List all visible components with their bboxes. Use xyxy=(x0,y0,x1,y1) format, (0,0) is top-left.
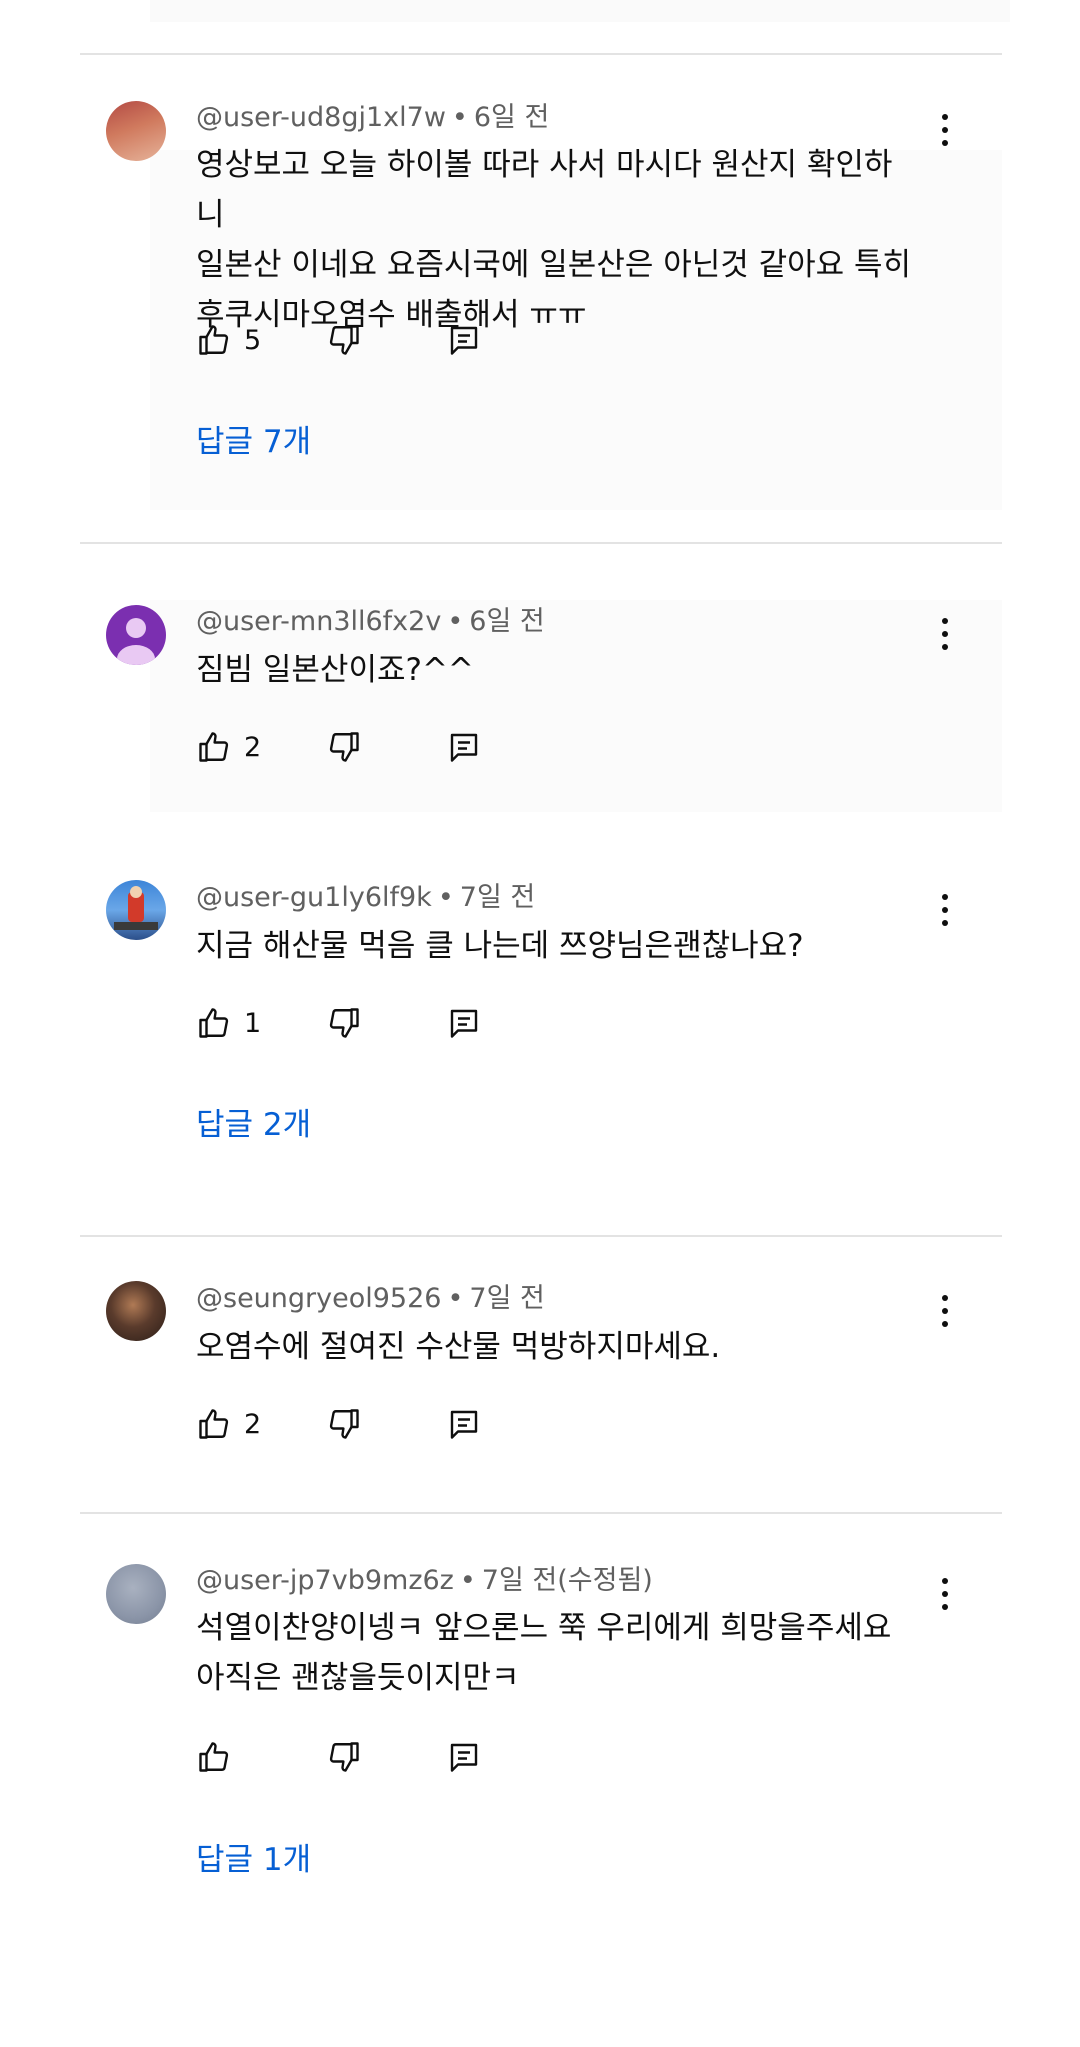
previous-comment-tail xyxy=(150,0,1010,22)
avatar[interactable] xyxy=(106,880,166,940)
comment-time: 6일 전 xyxy=(473,102,550,133)
reply-comment-icon xyxy=(450,1743,478,1772)
dislike-button[interactable] xyxy=(326,1404,362,1444)
thumbs-up-icon xyxy=(199,1742,229,1772)
more-vert-icon[interactable] xyxy=(930,110,960,150)
comment-actions: 2 xyxy=(196,727,496,767)
reply-button[interactable] xyxy=(446,1404,482,1444)
comment-meta: @user-gu1ly6lf9k • 7일 전 xyxy=(196,880,535,916)
comment-text: 오염수에 절여진 수산물 먹방하지마세요. xyxy=(196,1322,916,1372)
author-name[interactable]: @user-ud8gj1xl7w xyxy=(196,102,446,133)
comment-meta: @seungryeol9526 • 7일 전 xyxy=(196,1281,545,1317)
like-button[interactable]: 5 xyxy=(196,320,261,360)
author-name[interactable]: @user-gu1ly6lf9k xyxy=(196,882,432,913)
comment-line: 석열이찬양이넹ㅋ 앞으론느 쭉 우리에게 희망을주세요 xyxy=(196,1610,892,1646)
comment-line: 오염수에 절여진 수산물 먹방하지마세요. xyxy=(196,1329,721,1365)
thumbs-up-icon xyxy=(199,1008,229,1038)
more-vert-icon[interactable] xyxy=(930,614,960,654)
comment-actions: 1 xyxy=(196,1003,496,1043)
reply-button[interactable] xyxy=(446,320,482,360)
like-count: 5 xyxy=(244,324,262,356)
meta-separator: • xyxy=(437,882,454,913)
meta-separator: • xyxy=(459,1565,476,1596)
divider xyxy=(80,1512,1002,1514)
thumbs-down-icon xyxy=(329,325,359,355)
avatar[interactable] xyxy=(106,1564,166,1624)
thumbs-up-icon xyxy=(199,732,229,762)
author-name[interactable]: @user-jp7vb9mz6z xyxy=(196,1565,454,1596)
avatar-image xyxy=(114,886,158,930)
thumbs-down-icon xyxy=(329,732,359,762)
thumbs-down-icon xyxy=(329,1008,359,1038)
comment-text: 영상보고 오늘 하이볼 따라 사서 마시다 원산지 확인하니 일본산 이네요 요… xyxy=(196,140,916,340)
author-name[interactable]: @seungryeol9526 xyxy=(196,1283,441,1314)
more-vert-icon[interactable] xyxy=(930,890,960,930)
meta-separator: • xyxy=(451,102,468,133)
reply-comment-icon xyxy=(450,1410,478,1439)
comment-time: 6일 전 xyxy=(469,606,545,637)
reply-comment-icon xyxy=(450,326,478,355)
reply-comment-icon xyxy=(450,1009,478,1038)
like-button[interactable]: 2 xyxy=(196,727,261,767)
meta-separator: • xyxy=(447,1283,464,1314)
like-count: 2 xyxy=(244,1408,262,1440)
thumbs-down-icon xyxy=(329,1742,359,1772)
comments-page: @user-ud8gj1xl7w • 6일 전 영상보고 오늘 하이볼 따라 사서 … xyxy=(0,0,1080,2047)
like-count: 1 xyxy=(244,1007,262,1039)
reply-comment-icon xyxy=(450,733,478,762)
author-name[interactable]: @user-mn3ll6fx2v xyxy=(196,606,441,637)
like-button[interactable]: 2 xyxy=(196,1404,261,1444)
avatar[interactable] xyxy=(106,605,166,665)
dislike-button[interactable] xyxy=(326,1737,362,1777)
default-avatar-icon xyxy=(117,618,155,665)
comment-text: 석열이찬양이넹ㅋ 앞으론느 쭉 우리에게 희망을주세요 아직은 괜찮을듯이지만ㅋ xyxy=(196,1603,916,1703)
comment-line: 지금 해산물 먹음 클 나는데 쯔양님은괜찮나요? xyxy=(196,928,804,964)
comment-line: 짐빔 일본산이죠?^^ xyxy=(196,652,474,688)
comment-actions: 2 xyxy=(196,1404,496,1444)
like-button[interactable]: 1 xyxy=(196,1003,261,1043)
comment-time: 7일 전 xyxy=(459,882,536,913)
dislike-button[interactable] xyxy=(326,727,362,767)
meta-separator: • xyxy=(447,606,464,637)
divider xyxy=(80,1235,1002,1237)
divider xyxy=(80,542,1002,544)
thumbs-down-icon xyxy=(329,1409,359,1439)
comment-time: 7일 전 xyxy=(469,1283,545,1314)
comment-meta: @user-ud8gj1xl7w • 6일 전 xyxy=(196,100,549,136)
more-vert-icon[interactable] xyxy=(930,1291,960,1331)
dislike-button[interactable] xyxy=(326,1003,362,1043)
replies-link[interactable]: 답글 7개 xyxy=(196,422,311,462)
reply-button[interactable] xyxy=(446,1737,482,1777)
comment-text: 짐빔 일본산이죠?^^ xyxy=(196,645,916,695)
comment-line: 일본산 이네요 요즘시국에 일본산은 아닌것 같아요 특히 xyxy=(196,247,912,283)
comment-text: 지금 해산물 먹음 클 나는데 쯔양님은괜찮나요? xyxy=(196,921,916,971)
dislike-button[interactable] xyxy=(326,320,362,360)
avatar[interactable] xyxy=(106,1281,166,1341)
avatar[interactable] xyxy=(106,101,166,161)
more-vert-icon[interactable] xyxy=(930,1574,960,1614)
comment-meta: @user-jp7vb9mz6z • 7일 전(수정됨) xyxy=(196,1563,653,1599)
reply-button[interactable] xyxy=(446,727,482,767)
reply-button[interactable] xyxy=(446,1003,482,1043)
comment-actions: 5 xyxy=(196,320,496,360)
comment-time: 7일 전(수정됨) xyxy=(481,1565,653,1596)
like-button[interactable] xyxy=(196,1737,244,1777)
divider xyxy=(80,53,1002,55)
thumbs-up-icon xyxy=(199,1409,229,1439)
comment-actions xyxy=(196,1737,496,1777)
like-count: 2 xyxy=(244,731,262,763)
comment-line: 아직은 괜찮을듯이지만ㅋ xyxy=(196,1660,520,1696)
comment-meta: @user-mn3ll6fx2v • 6일 전 xyxy=(196,604,545,640)
replies-link[interactable]: 답글 2개 xyxy=(196,1105,311,1145)
replies-link[interactable]: 답글 1개 xyxy=(196,1840,311,1880)
thumbs-up-icon xyxy=(199,325,229,355)
comment-line: 영상보고 오늘 하이볼 따라 사서 마시다 원산지 확인하니 xyxy=(196,147,893,233)
